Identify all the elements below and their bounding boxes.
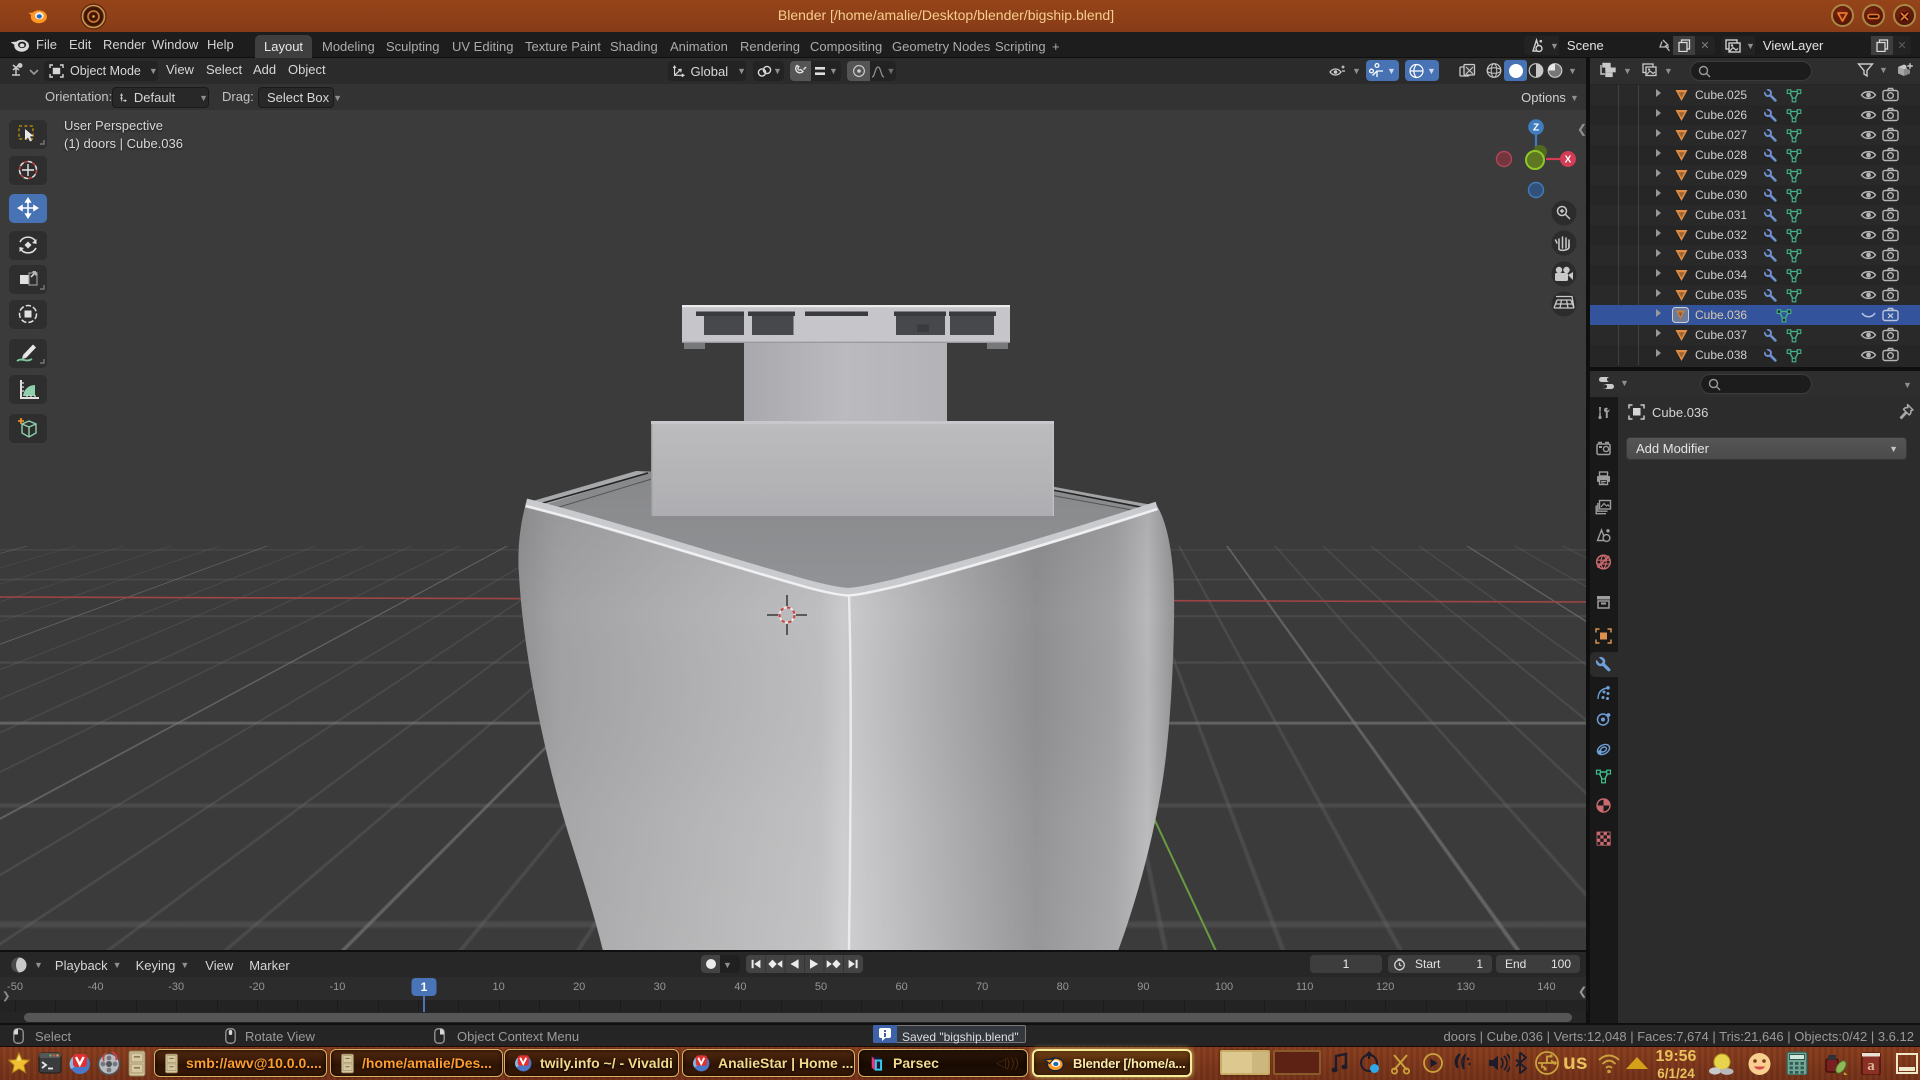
svg-text:a: a [1867,1058,1875,1074]
svg-text:X: X [1565,155,1572,166]
svg-text:Z: Z [1533,123,1539,134]
